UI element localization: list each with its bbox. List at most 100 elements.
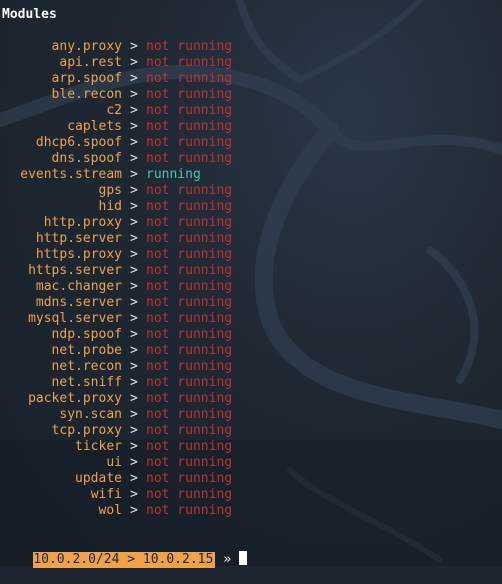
module-status: not running: [146, 151, 233, 166]
text-cursor[interactable]: [239, 551, 248, 565]
module-row: net.sniff > not running: [0, 375, 502, 391]
module-name: http.server: [35, 231, 122, 246]
module-name: events.stream: [20, 167, 122, 182]
module-separator: >: [130, 135, 138, 150]
module-status: not running: [146, 119, 233, 134]
module-separator: >: [130, 279, 138, 294]
module-name: hid: [98, 199, 122, 214]
module-separator: >: [130, 487, 138, 502]
module-separator: >: [130, 455, 138, 470]
module-separator: >: [130, 215, 138, 230]
module-row: events.stream > running: [0, 167, 502, 183]
module-name: net.recon: [51, 359, 122, 374]
module-status: not running: [146, 135, 233, 150]
module-name: ui: [106, 455, 122, 470]
module-row: ui > not running: [0, 455, 502, 471]
module-status: not running: [146, 199, 233, 214]
module-separator: >: [130, 343, 138, 358]
module-row: packet.proxy > not running: [0, 391, 502, 407]
module-separator: >: [130, 439, 138, 454]
command-prompt[interactable]: 10.0.2.0/24 > 10.0.2.15»: [2, 535, 248, 568]
module-row: net.recon > not running: [0, 359, 502, 375]
module-name: net.probe: [51, 343, 122, 358]
module-status: not running: [146, 391, 233, 406]
module-row: syn.scan > not running: [0, 407, 502, 423]
module-status: not running: [146, 71, 233, 86]
module-name: any.proxy: [51, 39, 122, 54]
module-row: ble.recon > not running: [0, 87, 502, 103]
module-row: https.server > not running: [0, 263, 502, 279]
module-name: packet.proxy: [28, 391, 122, 406]
module-separator: >: [130, 199, 138, 214]
module-name: https.server: [28, 263, 122, 278]
module-status: not running: [146, 263, 233, 278]
module-separator: >: [130, 471, 138, 486]
module-name: dhcp6.spoof: [35, 135, 122, 150]
module-name: caplets: [67, 119, 122, 134]
module-separator: >: [130, 103, 138, 118]
module-name: wol: [98, 503, 122, 518]
module-separator: >: [130, 55, 138, 70]
module-status: not running: [146, 359, 233, 374]
module-row: dhcp6.spoof > not running: [0, 135, 502, 151]
module-row: arp.spoof > not running: [0, 71, 502, 87]
module-separator: >: [130, 71, 138, 86]
module-separator: >: [130, 87, 138, 102]
module-name: arp.spoof: [51, 71, 122, 86]
terminal-window: Modules any.proxy > not running api.rest > no…: [0, 0, 502, 568]
module-separator: >: [130, 327, 138, 342]
module-separator: >: [130, 391, 138, 406]
module-status: not running: [146, 407, 233, 422]
module-row: ndp.spoof > not running: [0, 327, 502, 343]
module-status: not running: [146, 247, 233, 262]
module-name: https.proxy: [35, 247, 122, 262]
module-status: not running: [146, 231, 233, 246]
module-status: not running: [146, 487, 233, 502]
module-name: wifi: [90, 487, 122, 502]
module-row: wol > not running: [0, 503, 502, 519]
module-name: update: [75, 471, 122, 486]
module-name: mysql.server: [28, 311, 122, 326]
module-separator: >: [130, 119, 138, 134]
module-name: api.rest: [59, 55, 122, 70]
module-name: syn.scan: [59, 407, 122, 422]
module-status: not running: [146, 215, 233, 230]
module-row: tcp.proxy > not running: [0, 423, 502, 439]
module-row: any.proxy > not running: [0, 39, 502, 55]
modules-heading: Modules: [2, 7, 57, 22]
module-row: net.probe > not running: [0, 343, 502, 359]
module-status: not running: [146, 311, 233, 326]
module-separator: >: [130, 311, 138, 326]
module-separator: >: [130, 423, 138, 438]
module-row: http.proxy > not running: [0, 215, 502, 231]
module-separator: >: [130, 151, 138, 166]
module-row: gps > not running: [0, 183, 502, 199]
module-separator: >: [130, 247, 138, 262]
module-name: c2: [106, 103, 122, 118]
module-name: mac.changer: [35, 279, 122, 294]
module-status: not running: [146, 279, 233, 294]
module-separator: >: [130, 407, 138, 422]
module-status: not running: [146, 39, 233, 54]
module-status: not running: [146, 423, 233, 438]
module-row: https.proxy > not running: [0, 247, 502, 263]
module-status: not running: [146, 55, 233, 70]
module-status: not running: [146, 471, 233, 486]
module-status: not running: [146, 295, 233, 310]
module-row: dns.spoof > not running: [0, 151, 502, 167]
module-name: mdns.server: [35, 295, 122, 310]
module-status: not running: [146, 439, 233, 454]
module-list: any.proxy > not running api.rest > not runnin…: [0, 39, 502, 519]
module-name: ndp.spoof: [51, 327, 122, 342]
module-status: not running: [146, 87, 233, 102]
module-row: mysql.server > not running: [0, 311, 502, 327]
module-status: running: [146, 167, 201, 182]
module-name: http.proxy: [43, 215, 122, 230]
module-status: not running: [146, 327, 233, 342]
module-separator: >: [130, 167, 138, 182]
module-separator: >: [130, 295, 138, 310]
module-separator: >: [130, 503, 138, 518]
module-separator: >: [130, 263, 138, 278]
module-status: not running: [146, 503, 233, 518]
module-name: ble.recon: [51, 87, 122, 102]
